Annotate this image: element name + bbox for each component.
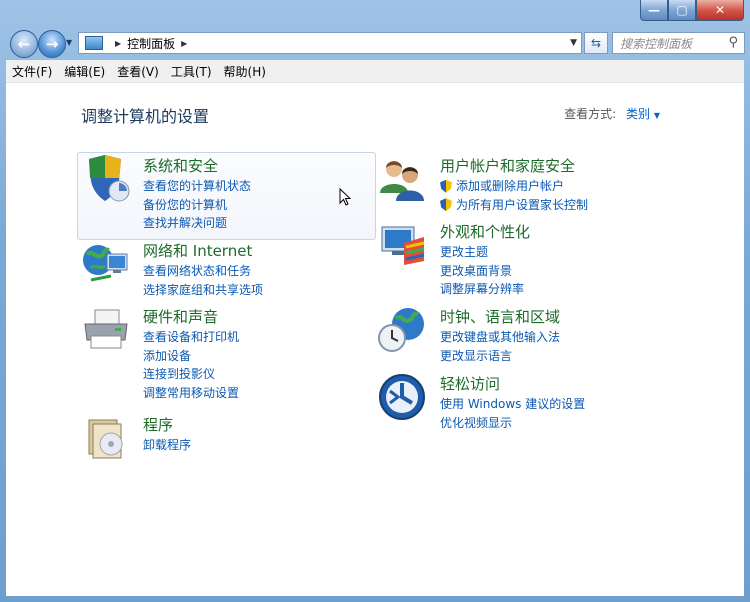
link-change-theme[interactable]: 更改主题: [440, 243, 524, 262]
link-change-keyboard[interactable]: 更改键盘或其他输入法: [440, 328, 560, 347]
link-backup-computer[interactable]: 备份您的计算机: [143, 196, 251, 215]
link-view-network-status[interactable]: 查看网络状态和任务: [143, 262, 263, 281]
link-view-computer-status[interactable]: 查看您的计算机状态: [143, 177, 251, 196]
programs-icon: [88, 419, 123, 459]
link-connect-projector[interactable]: 连接到投影仪: [143, 365, 239, 384]
category-title-user-accounts[interactable]: 用户帐户和家庭安全: [440, 155, 575, 176]
printer-icon: [84, 309, 128, 349]
category-title-programs[interactable]: 程序: [143, 414, 173, 435]
address-bar[interactable]: ▶ 控制面板 ▶ ▼: [78, 32, 582, 54]
uac-shield-icon: [440, 179, 452, 193]
link-windows-recommended-settings[interactable]: 使用 Windows 建议的设置: [440, 395, 585, 414]
link-homegroup-sharing[interactable]: 选择家庭组和共享选项: [143, 281, 263, 300]
chevron-right-icon[interactable]: ▶: [181, 39, 187, 48]
category-title-clock-language-region[interactable]: 时钟、语言和区域: [440, 306, 560, 327]
window-controls: — ▢ ✕: [640, 0, 744, 21]
navigation-bar: ← → ▼ ▶ 控制面板 ▶ ▼ ⇆ 搜索控制面板 ⚲: [0, 28, 750, 58]
category-title-ease-of-access[interactable]: 轻松访问: [440, 373, 500, 394]
search-icon[interactable]: ⚲: [728, 35, 738, 50]
link-troubleshoot[interactable]: 查找并解决问题: [143, 214, 251, 233]
content-pane: 调整计算机的设置 查看方式: 类别 ▼ 系统和安全 查看您的计算机状态 备份您的…: [6, 83, 744, 596]
minimize-button[interactable]: —: [640, 0, 668, 21]
users-icon: [380, 161, 424, 201]
back-button[interactable]: ←: [10, 30, 38, 58]
link-devices-printers[interactable]: 查看设备和打印机: [143, 328, 239, 347]
link-optimize-video-display[interactable]: 优化视频显示: [440, 414, 585, 433]
control-panel-icon: [85, 36, 103, 50]
page-title: 调整计算机的设置: [81, 107, 210, 126]
address-dropdown-icon[interactable]: ▼: [570, 38, 577, 48]
link-mobility-settings[interactable]: 调整常用移动设置: [143, 384, 239, 403]
refresh-button[interactable]: ⇆: [584, 32, 608, 54]
link-add-device[interactable]: 添加设备: [143, 347, 239, 366]
chevron-right-icon[interactable]: ▶: [115, 39, 121, 48]
category-title-hardware-sound[interactable]: 硬件和声音: [143, 306, 218, 327]
category-title-system-security[interactable]: 系统和安全: [143, 155, 218, 176]
mouse-cursor-icon: [339, 188, 351, 206]
system-security-icon: [89, 155, 130, 202]
link-screen-resolution[interactable]: 调整屏幕分辨率: [440, 280, 524, 299]
uac-shield-icon: [440, 198, 452, 212]
category-title-appearance[interactable]: 外观和个性化: [440, 221, 530, 242]
search-input[interactable]: 搜索控制面板 ⚲: [612, 32, 745, 54]
network-icon: [83, 245, 128, 282]
clock-globe-icon: [378, 308, 424, 352]
menu-edit[interactable]: 编辑(E): [58, 63, 111, 80]
close-button[interactable]: ✕: [696, 0, 744, 21]
link-display-language[interactable]: 更改显示语言: [440, 347, 560, 366]
recent-pages-dropdown-icon[interactable]: ▼: [66, 38, 72, 47]
forward-button[interactable]: →: [38, 30, 66, 58]
menu-file[interactable]: 文件(F): [6, 63, 58, 80]
ease-of-access-icon: [379, 374, 425, 420]
category-title-network-internet[interactable]: 网络和 Internet: [143, 240, 252, 261]
link-desktop-background[interactable]: 更改桌面背景: [440, 262, 524, 281]
appearance-icon: [381, 226, 425, 265]
link-parental-controls[interactable]: 为所有用户设置家长控制: [440, 196, 588, 215]
search-placeholder: 搜索控制面板: [620, 36, 693, 51]
maximize-button[interactable]: ▢: [668, 0, 696, 21]
menu-view[interactable]: 查看(V): [111, 63, 165, 80]
menu-help[interactable]: 帮助(H): [218, 63, 272, 80]
link-uninstall-program[interactable]: 卸载程序: [143, 436, 191, 455]
link-add-remove-accounts[interactable]: 添加或删除用户帐户: [440, 177, 588, 196]
menu-bar: 文件(F) 编辑(E) 查看(V) 工具(T) 帮助(H): [6, 60, 744, 83]
view-by-dropdown[interactable]: 类别 ▼: [626, 105, 660, 122]
chevron-down-icon: ▼: [653, 111, 660, 120]
menu-tools[interactable]: 工具(T): [165, 63, 218, 80]
window: — ▢ ✕ ← → ▼ ▶ 控制面板 ▶ ▼ ⇆ 搜索控制面板 ⚲ 文件(F) …: [0, 0, 750, 602]
breadcrumb-control-panel[interactable]: 控制面板: [127, 35, 175, 52]
